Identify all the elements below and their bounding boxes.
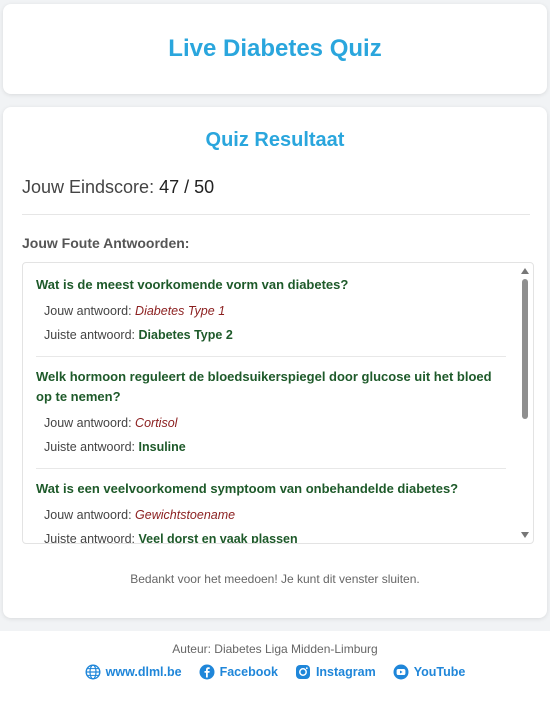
question-text: Welk hormoon reguleert de bloedsuikerspi… [36, 369, 492, 404]
wrong-answers-list[interactable]: Wat is de meest voorkomende vorm van dia… [22, 262, 534, 544]
correct-answer-line: Juiste antwoord: Veel dorst en vaak plas… [36, 527, 506, 544]
your-answer: Gewichtstoename [135, 508, 236, 522]
footer: Auteur: Diabetes Liga Midden-Limburg www… [0, 631, 550, 705]
youtube-link-label: YouTube [413, 665, 466, 679]
score-value: 47 / 50 [159, 177, 215, 197]
facebook-icon [199, 664, 215, 680]
your-answer-line: Jouw antwoord: Cortisol [36, 411, 506, 435]
your-answer: Diabetes Type 1 [135, 304, 226, 318]
correct-answer: Veel dorst en vaak plassen [138, 532, 298, 544]
score-label: Jouw Eindscore: [22, 177, 155, 197]
list-item: Welk hormoon reguleert de bloedsuikerspi… [36, 367, 506, 469]
youtube-link[interactable]: YouTube [393, 664, 466, 680]
scrollbar[interactable] [517, 263, 533, 543]
correct-answer-line: Juiste antwoord: Insuline [36, 435, 506, 459]
your-answer-label: Jouw antwoord: [44, 508, 132, 522]
result-title: Quiz Resultaat [205, 129, 345, 151]
globe-icon [85, 664, 101, 680]
your-answer-line: Jouw antwoord: Gewichtstoename [36, 503, 506, 527]
question-text: Wat is de meest voorkomende vorm van dia… [36, 277, 349, 292]
website-link-label: www.dlml.be [105, 665, 182, 679]
final-score: Jouw Eindscore: 47 / 50 [22, 177, 214, 198]
correct-answer-label: Juiste antwoord: [44, 440, 136, 454]
app-title: Live Diabetes Quiz [168, 35, 382, 62]
scroll-thumb[interactable] [522, 279, 528, 419]
list-item: Wat is een veelvoorkomend symptoom van o… [36, 479, 506, 544]
author-credit: Auteur: Diabetes Liga Midden-Limburg [172, 642, 378, 656]
your-answer-line: Jouw antwoord: Diabetes Type 1 [36, 299, 506, 323]
correct-answer-label: Juiste antwoord: [44, 532, 136, 544]
facebook-link[interactable]: Facebook [199, 664, 278, 680]
your-answer-label: Jouw antwoord: [44, 416, 132, 430]
youtube-icon [393, 664, 409, 680]
instagram-icon [295, 664, 311, 680]
your-answer: Cortisol [135, 416, 178, 430]
correct-answer-label: Juiste antwoord: [44, 328, 136, 342]
correct-answer-line: Juiste antwoord: Diabetes Type 2 [36, 323, 506, 347]
correct-answer: Insuline [138, 440, 186, 454]
website-link[interactable]: www.dlml.be [85, 664, 182, 680]
correct-answer: Diabetes Type 2 [138, 328, 233, 342]
list-item: Wat is de meest voorkomende vorm van dia… [36, 275, 506, 357]
wrong-answers-heading: Jouw Foute Antwoorden: [22, 235, 190, 251]
scroll-up-arrow-icon[interactable] [521, 268, 529, 274]
header-card: Live Diabetes Quiz [3, 4, 547, 94]
instagram-link-label: Instagram [315, 665, 376, 679]
result-card: Quiz Resultaat Jouw Eindscore: 47 / 50 J… [3, 107, 547, 618]
thanks-message: Bedankt voor het meedoen! Je kunt dit ve… [130, 572, 420, 586]
facebook-link-label: Facebook [219, 665, 278, 679]
divider [22, 214, 530, 215]
scroll-down-arrow-icon[interactable] [521, 532, 529, 538]
question-text: Wat is een veelvoorkomend symptoom van o… [36, 481, 459, 496]
social-links: www.dlml.be Facebook Instagram YouTube [0, 664, 550, 680]
instagram-link[interactable]: Instagram [295, 664, 376, 680]
your-answer-label: Jouw antwoord: [44, 304, 132, 318]
